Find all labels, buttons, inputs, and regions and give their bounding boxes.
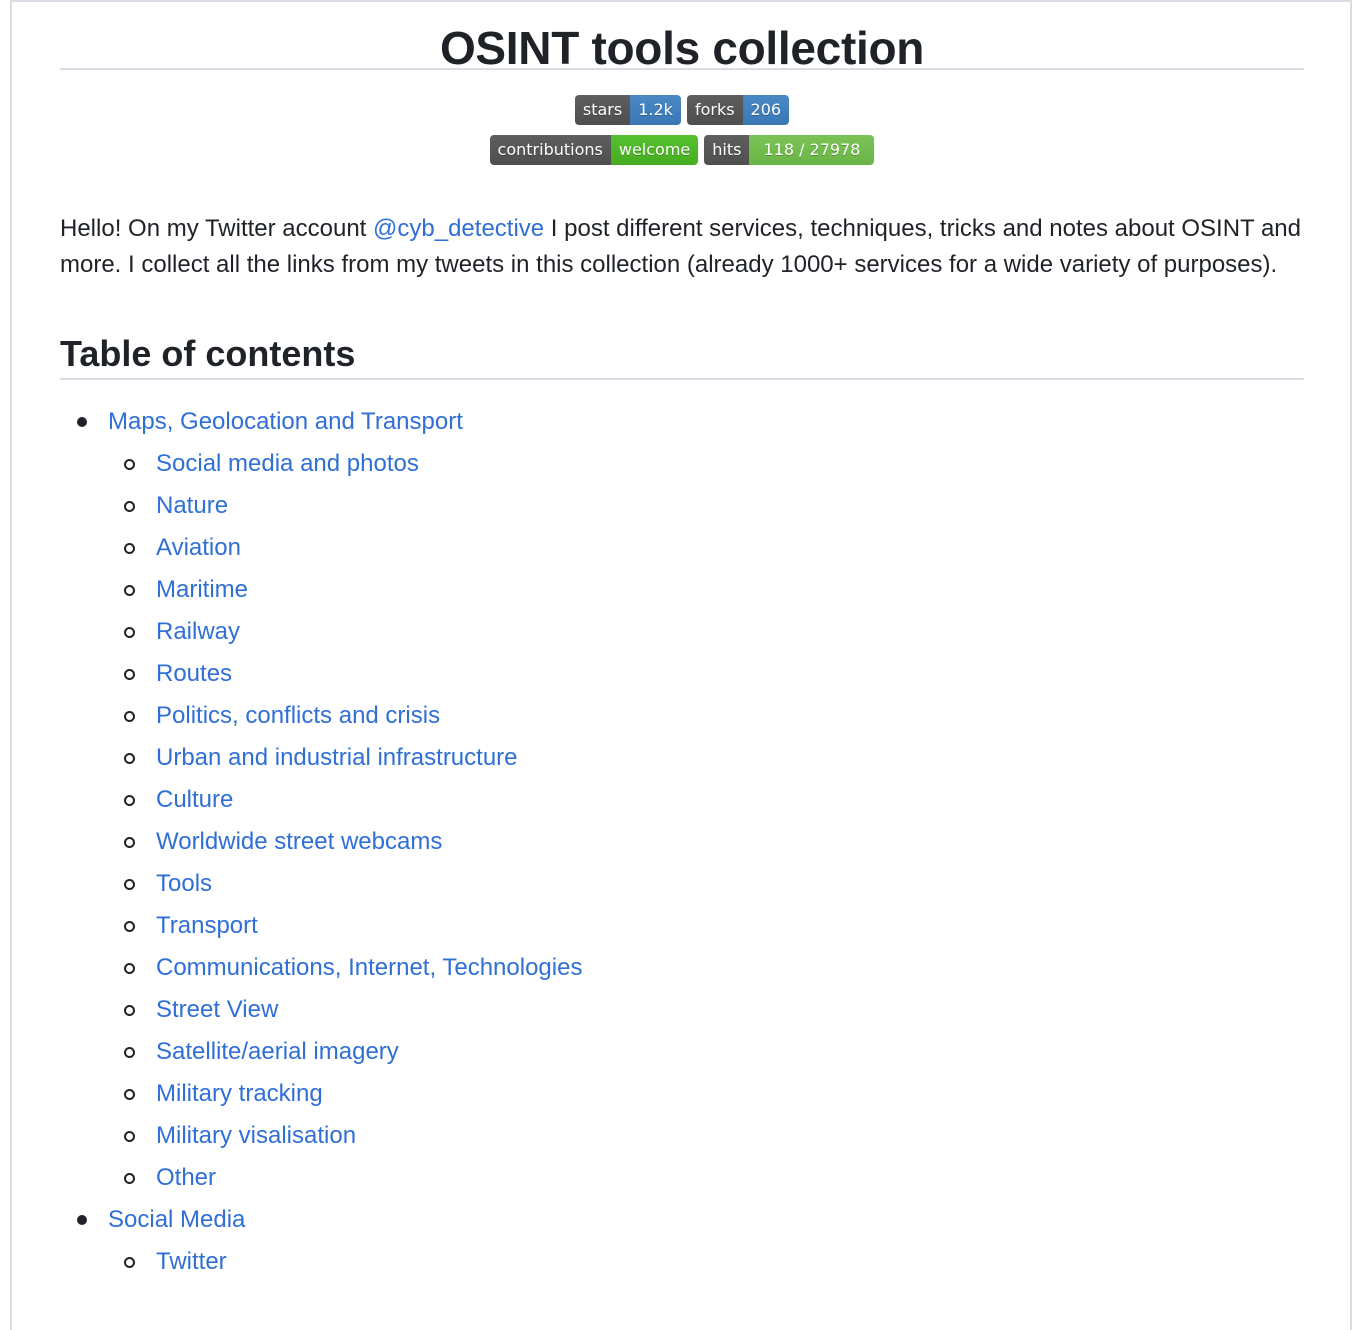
toc-subitem: Maritime	[108, 572, 1304, 608]
readme-article: OSINT tools collection stars 1.2k forks …	[60, 0, 1304, 1280]
bullet-circle-icon	[124, 543, 135, 554]
toc-link[interactable]: Maps, Geolocation and Transport	[108, 408, 463, 435]
table-of-contents: Maps, Geolocation and Transport Social m…	[60, 404, 1304, 1280]
badge-row: contributions welcome hits 118 / 27978	[60, 135, 1304, 165]
badge-label: hits	[704, 135, 750, 165]
bullet-circle-icon	[124, 669, 135, 680]
toc-subitem: Tools	[108, 866, 1304, 902]
toc-subitem: Twitter	[108, 1244, 1304, 1280]
toc-link[interactable]: Social Media	[108, 1206, 245, 1233]
toc-subitem: Worldwide street webcams	[108, 824, 1304, 860]
toc-sublink[interactable]: Transport	[156, 912, 258, 939]
stars-badge[interactable]: stars 1.2k	[574, 95, 681, 125]
bullet-circle-icon	[124, 1131, 135, 1142]
toc-sublink[interactable]: Twitter	[156, 1248, 227, 1275]
toc-subitem: Routes	[108, 656, 1304, 692]
toc-subitem: Military visalisation	[108, 1118, 1304, 1154]
toc-sublink[interactable]: Social media and photos	[156, 450, 419, 477]
toc-subitem: Social media and photos	[108, 446, 1304, 482]
toc-sublist: Twitter	[108, 1244, 1304, 1280]
toc-subitem: Nature	[108, 488, 1304, 524]
toc-sublink[interactable]: Maritime	[156, 576, 248, 603]
badge-value: 118 / 27978	[749, 135, 875, 165]
toc-sublink[interactable]: Other	[156, 1164, 216, 1191]
toc-sublink[interactable]: Worldwide street webcams	[156, 828, 442, 855]
toc-heading: Table of contents	[60, 319, 1304, 380]
toc-subitem: Railway	[108, 614, 1304, 650]
bullet-icon	[77, 417, 87, 427]
toc-sublink[interactable]: Railway	[156, 618, 240, 645]
badges: stars 1.2k forks 206 contributions welco…	[60, 95, 1304, 165]
bullet-circle-icon	[124, 753, 135, 764]
intro-paragraph: Hello! On my Twitter account @cyb_detect…	[60, 211, 1304, 283]
toc-subitem: Satellite/aerial imagery	[108, 1034, 1304, 1070]
toc-sublink[interactable]: Politics, conflicts and crisis	[156, 702, 440, 729]
badge-value: welcome	[610, 135, 699, 165]
badge-label: forks	[686, 95, 743, 125]
toc-subitem: Aviation	[108, 530, 1304, 566]
badge-row: stars 1.2k forks 206	[60, 95, 1304, 125]
toc-sublink[interactable]: Military tracking	[156, 1080, 323, 1107]
badge-value: 1.2k	[630, 95, 681, 125]
hits-badge[interactable]: hits 118 / 27978	[704, 135, 875, 165]
toc-sublist: Social media and photos Nature Aviation Mar…	[108, 446, 1304, 1196]
bullet-circle-icon	[124, 627, 135, 638]
page-title: OSINT tools collection	[60, 0, 1304, 74]
bullet-circle-icon	[124, 501, 135, 512]
toc-sublink[interactable]: Culture	[156, 786, 233, 813]
bullet-circle-icon	[124, 879, 135, 890]
contributions-badge[interactable]: contributions welcome	[489, 135, 699, 165]
toc-sublink[interactable]: Tools	[156, 870, 212, 897]
toc-subitem: Culture	[108, 782, 1304, 818]
toc-sublink[interactable]: Satellite/aerial imagery	[156, 1038, 399, 1065]
intro-text: Hello! On my Twitter account	[60, 215, 374, 242]
bullet-circle-icon	[124, 459, 135, 470]
toc-sublink[interactable]: Aviation	[156, 534, 241, 561]
toc-subitem: Transport	[108, 908, 1304, 944]
bullet-circle-icon	[124, 1089, 135, 1100]
toc-subitem: Communications, Internet, Technologies	[108, 950, 1304, 986]
bullet-circle-icon	[124, 963, 135, 974]
toc-sublink[interactable]: Military visalisation	[156, 1122, 356, 1149]
twitter-account-link[interactable]: @cyb_detective	[373, 215, 544, 242]
toc-sublink[interactable]: Street View	[156, 996, 278, 1023]
toc-sublink[interactable]: Routes	[156, 660, 232, 687]
toc-sublink[interactable]: Nature	[156, 492, 228, 519]
bullet-circle-icon	[124, 1047, 135, 1058]
toc-sublink[interactable]: Urban and industrial infrastructure	[156, 744, 518, 771]
bullet-circle-icon	[124, 1005, 135, 1016]
toc-subitem: Military tracking	[108, 1076, 1304, 1112]
toc-subitem: Urban and industrial infrastructure	[108, 740, 1304, 776]
bullet-circle-icon	[124, 921, 135, 932]
toc-subitem: Politics, conflicts and crisis	[108, 698, 1304, 734]
badge-label: contributions	[489, 135, 611, 165]
bullet-circle-icon	[124, 585, 135, 596]
toc-item-social-media: Social Media Twitter	[60, 1202, 1304, 1280]
bullet-circle-icon	[124, 1173, 135, 1184]
toc-subitem: Street View	[108, 992, 1304, 1028]
badge-label: stars	[574, 95, 631, 125]
toc-item-maps: Maps, Geolocation and Transport Social m…	[60, 404, 1304, 1196]
forks-badge[interactable]: forks 206	[686, 95, 790, 125]
bullet-circle-icon	[124, 795, 135, 806]
bullet-icon	[77, 1215, 87, 1225]
toc-subitem: Other	[108, 1160, 1304, 1196]
bullet-circle-icon	[124, 711, 135, 722]
badge-value: 206	[742, 95, 790, 125]
bullet-circle-icon	[124, 837, 135, 848]
bullet-circle-icon	[124, 1257, 135, 1268]
toc-sublink[interactable]: Communications, Internet, Technologies	[156, 954, 582, 981]
